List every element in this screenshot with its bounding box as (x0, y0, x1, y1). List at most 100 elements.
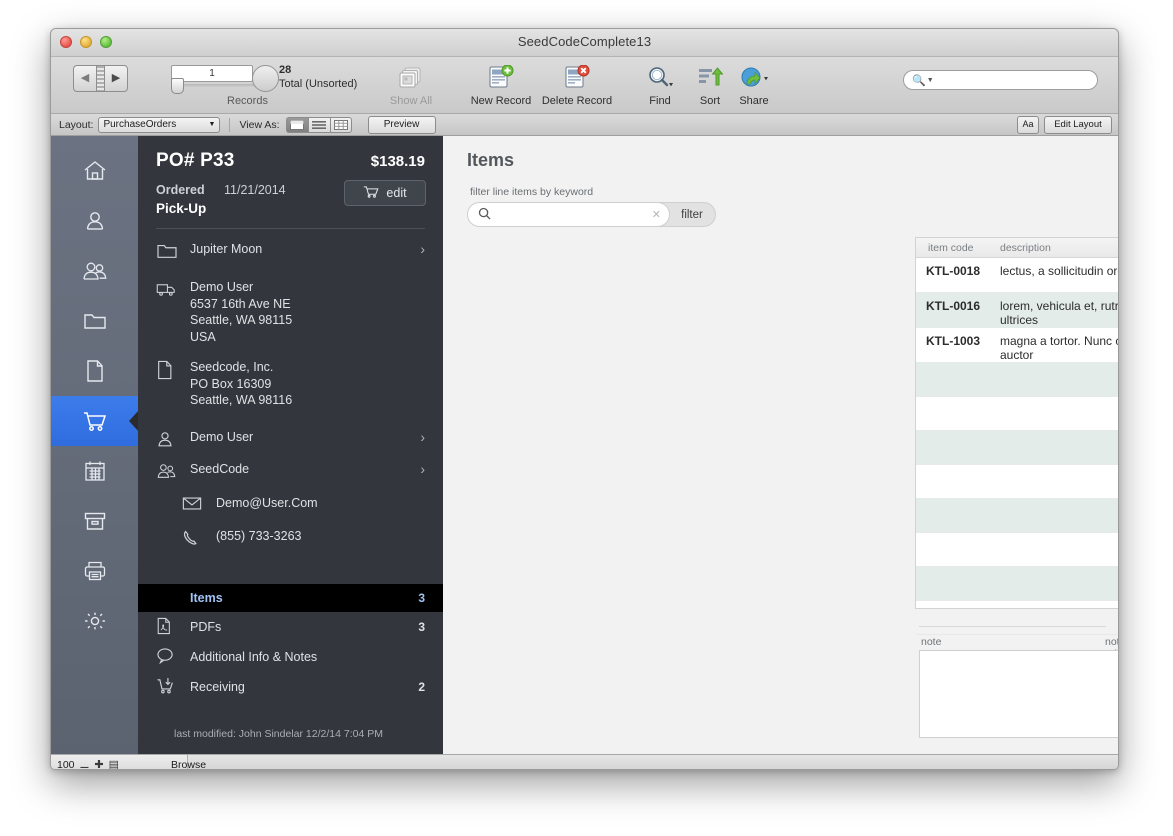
gear-icon (82, 609, 108, 633)
clear-icon[interactable]: ✕ (652, 208, 661, 221)
filter-caption: filter line items by keyword (470, 186, 594, 198)
email-row[interactable]: Demo@User.Com (138, 485, 443, 519)
zoom-out-icon[interactable]: ⚊ (80, 758, 90, 769)
project-row[interactable]: Jupiter Moon › (138, 229, 443, 265)
status-mode: Browse (171, 758, 207, 770)
record-total-label: Total (Unsorted) (279, 78, 358, 90)
sidebar-item-companies[interactable] (51, 246, 138, 296)
calendar-icon (82, 459, 108, 483)
toolbar-button-share[interactable]: Share (727, 63, 781, 107)
table-row-empty[interactable] (916, 533, 1118, 567)
phone-row[interactable]: (855) 733-3263 (138, 519, 443, 552)
toolbar-label-delete-record: Delete Record (541, 95, 613, 107)
list-view-icon[interactable] (307, 116, 330, 133)
sidebar-item-home[interactable] (51, 146, 138, 196)
text-formatting-button[interactable]: Aa (1017, 115, 1039, 134)
sidebar-item-inventory[interactable] (51, 496, 138, 546)
filter-search-field[interactable]: ✕ (467, 202, 670, 227)
table-row[interactable]: KTL-0016 lorem, vehicula et, rutrum eu, … (916, 293, 1118, 328)
edit-button[interactable]: edit (344, 180, 426, 206)
record-navigation[interactable]: ◀ ▶ (73, 65, 128, 92)
table-row-empty[interactable] (916, 465, 1118, 499)
zoom-in-icon[interactable]: ✚ (94, 758, 103, 769)
next-record-icon[interactable]: ▶ (105, 73, 127, 84)
sidebar-item-documents[interactable] (51, 346, 138, 396)
note-textarea[interactable]: ▲ ▼ (919, 650, 1118, 738)
zoom-controls: 100 ⚊ ✚ ▤ (57, 758, 119, 770)
sidebar-item-contacts[interactable] (51, 196, 138, 246)
person-icon (82, 209, 108, 233)
layout-select[interactable]: PurchaseOrders ▼ (98, 116, 221, 133)
cell-item-code: KTL-0018 (926, 264, 981, 278)
sidebar-item-print[interactable] (51, 546, 138, 596)
items-table: item code description taxable? qty unit … (915, 237, 1118, 635)
panel-tab-notes[interactable]: Additional Info & Notes (138, 642, 443, 672)
edit-layout-button[interactable]: Edit Layout (1044, 115, 1112, 134)
person-icon (156, 429, 190, 453)
contact-row[interactable]: Demo User › (138, 409, 443, 453)
table-row-empty[interactable] (916, 601, 1118, 635)
layout-bar: Layout: PurchaseOrders ▼ View As: Previe… (51, 114, 1118, 136)
cart-icon (81, 409, 109, 433)
table-row[interactable]: KTL-0018 lectus, a sollicitudin orci sem… (916, 258, 1118, 293)
chevron-right-icon[interactable]: › (420, 461, 425, 477)
truck-icon (156, 279, 190, 303)
home-icon (82, 159, 108, 183)
form-view-icon[interactable] (285, 116, 308, 133)
column-header-description: description (1000, 241, 1051, 254)
ship-to-address: Demo User 6537 16th Ave NE Seattle, WA 9… (190, 280, 293, 344)
edit-button-label: edit (386, 186, 407, 200)
delete-record-icon (539, 63, 615, 93)
view-as-group (285, 116, 352, 133)
sidebar-item-settings[interactable] (51, 596, 138, 646)
status-toggle-icon[interactable]: ▤ (109, 758, 119, 769)
panel-tab-items-label: Items (190, 591, 223, 605)
new-record-icon (463, 63, 539, 93)
sidebar-item-projects[interactable] (51, 296, 138, 346)
company-row[interactable]: SeedCode › (138, 453, 443, 485)
toolbar-button-new-record[interactable]: New Record (463, 63, 539, 107)
previous-record-icon[interactable]: ◀ (74, 73, 96, 84)
record-slider-knob[interactable] (171, 78, 184, 94)
email-address: Demo@User.Com (216, 495, 318, 510)
panel-tab-pdfs[interactable]: PDFs 3 (138, 612, 443, 642)
table-row-empty[interactable] (916, 567, 1118, 601)
panel-tab-receiving-label: Receiving (190, 680, 245, 694)
toolbar-label-find: Find (649, 95, 671, 107)
layout-bar-right: Aa Edit Layout (1017, 115, 1112, 134)
ship-to-row: Demo User 6537 16th Ave NE Seattle, WA 9… (138, 265, 443, 345)
status-bar: 100 ⚊ ✚ ▤ Browse (51, 754, 1118, 770)
phone-number: (855) 733-3263 (216, 528, 302, 543)
table-row-empty[interactable] (916, 397, 1118, 431)
panel-tab-receiving[interactable]: Receiving 2 (138, 672, 443, 702)
found-set-pie-icon[interactable] (252, 65, 279, 92)
divider (919, 626, 1106, 627)
ordered-label: Ordered (156, 183, 205, 197)
box-icon (82, 509, 108, 533)
table-view-icon[interactable] (329, 116, 352, 133)
cart-down-icon (156, 677, 190, 698)
toolbar-button-delete-record[interactable]: Delete Record (539, 63, 615, 107)
sidebar-item-purchase-orders[interactable] (51, 396, 138, 446)
share-icon (727, 63, 781, 93)
table-row-empty[interactable] (916, 431, 1118, 465)
preview-button[interactable]: Preview (367, 115, 436, 134)
table-row-empty[interactable] (916, 363, 1118, 397)
chevron-right-icon[interactable]: › (420, 429, 425, 445)
record-slider[interactable] (171, 78, 256, 94)
toolbar-button-show-all[interactable]: Show All (373, 63, 449, 107)
toolbar-search-field[interactable]: 🔍 ▼ (903, 70, 1098, 90)
table-row[interactable]: KTL-1003 magna a tortor. Nunc commodo au… (916, 328, 1118, 363)
panel-tab-list: Items 3 PDFs 3 Additional Info & Notes R… (138, 584, 454, 754)
chevron-right-icon[interactable]: › (420, 241, 425, 257)
chevron-down-icon[interactable]: ▼ (927, 77, 934, 84)
book-spine-icon (96, 66, 105, 91)
record-total: 28 Total (Unsorted) (279, 63, 357, 91)
cell-item-code: KTL-1003 (926, 334, 981, 348)
magnifier-icon (631, 63, 689, 93)
panel-tab-items[interactable]: Items 3 (138, 584, 454, 612)
company-name: SeedCode (190, 461, 250, 476)
sidebar-item-calendar[interactable] (51, 446, 138, 496)
table-row-empty[interactable] (916, 499, 1118, 533)
toolbar-button-find[interactable]: Find (631, 63, 689, 107)
